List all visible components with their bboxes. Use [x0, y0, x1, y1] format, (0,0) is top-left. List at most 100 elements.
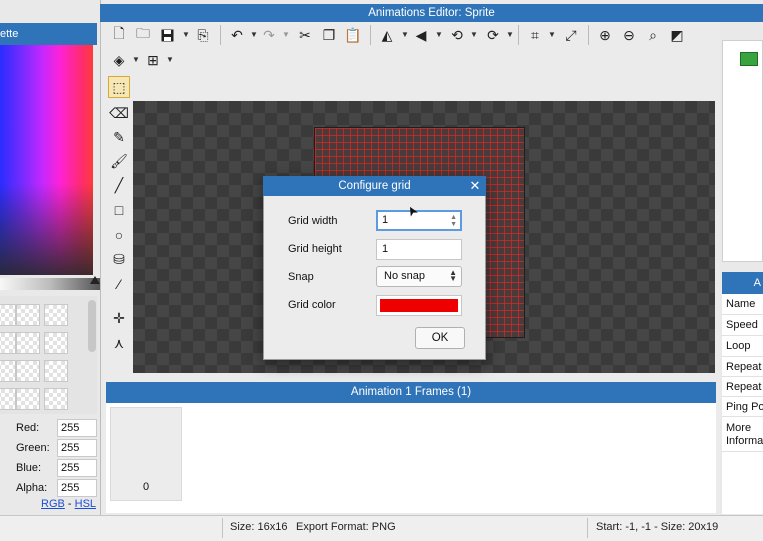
red-input[interactable]: 255	[57, 419, 97, 437]
rotate-cw-icon[interactable]: ⟳	[482, 24, 504, 46]
undo-dropdown-caret-icon[interactable]: ▼	[250, 30, 258, 39]
prop-ping-pong[interactable]: Ping Po	[722, 397, 763, 417]
grid-color-picker[interactable]	[376, 295, 462, 316]
toolbar-separator	[588, 25, 589, 45]
resize-icon[interactable]: ⤢	[560, 24, 582, 46]
swatch[interactable]	[16, 388, 40, 410]
green-input[interactable]: 255	[57, 439, 97, 457]
hsl-link[interactable]: HSL	[75, 498, 96, 510]
open-folder-icon[interactable]: 🗀	[132, 24, 154, 46]
undo-icon[interactable]: ↶	[226, 24, 248, 46]
save-icon[interactable]	[156, 24, 178, 46]
sprite-resource-icon[interactable]	[740, 52, 758, 66]
grid-height-value: 1	[382, 243, 389, 255]
alpha-input[interactable]: 255	[57, 479, 97, 497]
rotate-ccw-dropdown-caret-icon[interactable]: ▼	[470, 30, 478, 39]
ok-button[interactable]: OK	[415, 327, 465, 349]
toolbar: 🗋 🗀 ▼ ⎘ ↶ ▼ ↷ ▼ ✂ ❐ 📋 ◭ ▼ ◀ ▼ ⟲ ▼ ⟳ ▼ ⌗ …	[104, 22, 718, 72]
eyedropper-icon[interactable]: ⁄	[108, 273, 130, 295]
snap-select[interactable]: No snap ▲ ▼	[376, 266, 462, 287]
hitbox-icon[interactable]: ⋏	[108, 332, 130, 354]
brightness-slider[interactable]	[0, 278, 100, 290]
swatch[interactable]	[44, 388, 68, 410]
prop-more-info[interactable]: More Informa	[722, 418, 763, 452]
blue-input[interactable]: 255	[57, 459, 97, 477]
close-icon[interactable]: ✕	[467, 178, 483, 194]
swatch[interactable]	[44, 360, 68, 382]
spinner-icon[interactable]: ▲ ▼	[450, 214, 457, 228]
toolbar-separator	[220, 25, 221, 45]
flip-horizontal-icon[interactable]: ◭	[376, 24, 398, 46]
fill-bucket-icon[interactable]: ⛁	[108, 248, 130, 270]
status-size: Size: 16x16	[230, 521, 288, 533]
crop-icon[interactable]: ⌗	[524, 24, 546, 46]
swatch[interactable]	[44, 332, 68, 354]
line-icon[interactable]: ╱	[108, 174, 130, 196]
zoom-out-icon[interactable]: ⊖	[618, 24, 640, 46]
window-title: Animations Editor: Sprite	[100, 4, 763, 22]
status-selection: Start: -1, -1 - Size: 20x19	[596, 521, 719, 533]
swatch[interactable]	[0, 332, 16, 354]
grid-height-input[interactable]: 1	[376, 239, 462, 260]
flip-v-dropdown-caret-icon[interactable]: ▼	[435, 30, 443, 39]
rotate-cw-dropdown-caret-icon[interactable]: ▼	[506, 30, 514, 39]
zoom-fit-icon[interactable]: ⌕	[642, 24, 664, 46]
paste-icon[interactable]: 📋	[342, 24, 364, 46]
swatch[interactable]	[0, 304, 16, 326]
frames-list	[106, 403, 716, 513]
swatch[interactable]	[16, 332, 40, 354]
rgb-link[interactable]: RGB	[41, 498, 65, 510]
new-file-icon[interactable]: 🗋	[108, 24, 130, 46]
toolbar-separator	[518, 25, 519, 45]
prop-repeat-2[interactable]: Repeat	[722, 377, 763, 397]
slider-knob-icon[interactable]	[90, 276, 100, 284]
redo-dropdown-caret-icon[interactable]: ▼	[282, 30, 290, 39]
prop-name[interactable]: Name	[722, 294, 763, 315]
grid-icon[interactable]: ⊞	[142, 49, 164, 71]
red-row: Red: 255	[0, 419, 100, 439]
flip-h-dropdown-caret-icon[interactable]: ▼	[401, 30, 409, 39]
grid-width-value: 1	[382, 214, 389, 226]
flip-vertical-icon[interactable]: ◀	[410, 24, 432, 46]
red-label: Red:	[16, 422, 40, 434]
prop-loop[interactable]: Loop	[722, 336, 763, 357]
rectangle-icon[interactable]: □	[108, 199, 130, 221]
brush-icon[interactable]: 🖌	[108, 150, 130, 172]
export-icon[interactable]: ⎘	[192, 24, 214, 46]
swatch[interactable]	[44, 304, 68, 326]
swatch[interactable]	[0, 360, 16, 382]
status-divider	[587, 518, 588, 538]
move-origin-icon[interactable]: ✛	[108, 307, 130, 329]
pencil-icon[interactable]: ✎	[108, 126, 130, 148]
prop-repeat[interactable]: Repeat	[722, 357, 763, 377]
layers-dropdown-caret-icon[interactable]: ▼	[132, 55, 140, 64]
eraser-icon[interactable]: ⌫	[108, 102, 130, 124]
grid-height-label: Grid height	[288, 243, 342, 255]
cut-icon[interactable]: ✂	[294, 24, 316, 46]
zoom-in-icon[interactable]: ⊕	[594, 24, 616, 46]
selection-tool-icon[interactable]: ⬚	[108, 76, 130, 98]
alpha-row: Alpha: 255	[0, 479, 100, 499]
prop-speed[interactable]: Speed	[722, 315, 763, 336]
green-label: Green:	[16, 442, 50, 454]
copy-icon[interactable]: ❐	[318, 24, 340, 46]
swatch-grid	[0, 296, 97, 414]
layers-icon[interactable]: ◈	[108, 49, 130, 71]
dialog-title: Configure grid	[263, 176, 486, 196]
frame-index: 0	[142, 481, 150, 493]
palette-scrollbar[interactable]	[88, 300, 96, 352]
rotate-ccw-icon[interactable]: ⟲	[446, 24, 468, 46]
ellipse-icon[interactable]: ○	[108, 224, 130, 246]
color-mode-links: RGB - HSL	[41, 498, 96, 510]
redo-icon[interactable]: ↷	[258, 24, 280, 46]
swatch[interactable]	[16, 360, 40, 382]
swatch[interactable]	[16, 304, 40, 326]
zoom-reset-icon[interactable]: ◩	[666, 24, 688, 46]
grid-dropdown-caret-icon[interactable]: ▼	[166, 55, 174, 64]
save-dropdown-caret-icon[interactable]: ▼	[182, 30, 190, 39]
color-spectrum[interactable]	[0, 45, 93, 275]
snap-value: No snap	[384, 270, 425, 282]
swatch[interactable]	[0, 388, 16, 410]
blue-label: Blue:	[16, 462, 42, 474]
crop-dropdown-caret-icon[interactable]: ▼	[548, 30, 556, 39]
